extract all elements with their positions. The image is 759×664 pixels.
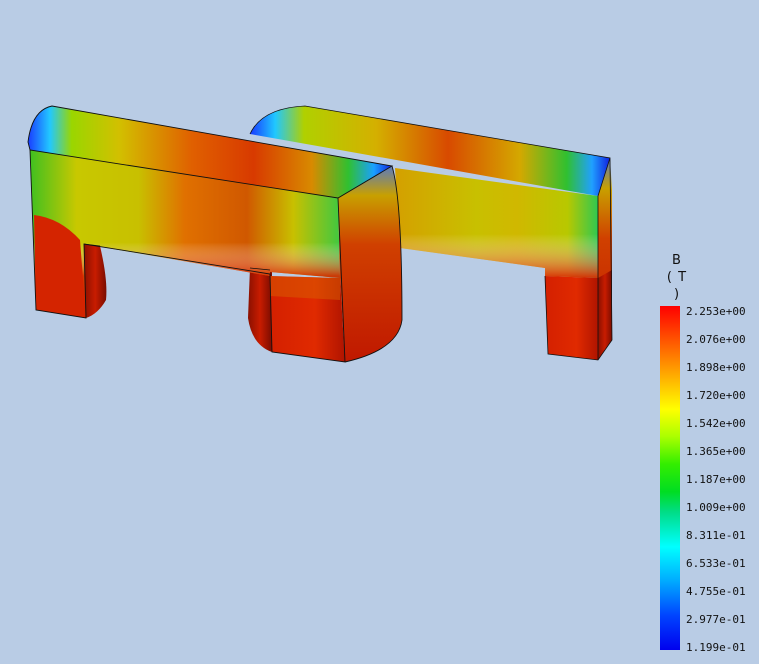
colorbar bbox=[660, 306, 680, 650]
3d-viewport[interactable] bbox=[0, 0, 759, 664]
tick-label: 1.187e+00 bbox=[686, 473, 746, 486]
back-core-right-leg bbox=[545, 276, 598, 360]
tick-label: 1.199e-01 bbox=[686, 641, 746, 654]
tick-label: 4.755e-01 bbox=[686, 585, 746, 598]
back-core-left-leg bbox=[248, 268, 272, 352]
tick-label: 2.076e+00 bbox=[686, 333, 746, 346]
tick-label: 2.977e-01 bbox=[686, 613, 746, 626]
tick-label: 1.542e+00 bbox=[686, 417, 746, 430]
tick-label: 6.533e-01 bbox=[686, 557, 746, 570]
tick-label: 1.720e+00 bbox=[686, 389, 746, 402]
front-core-end bbox=[338, 166, 402, 362]
tick-label: 1.365e+00 bbox=[686, 445, 746, 458]
legend-unit: ( T ) bbox=[666, 270, 688, 302]
legend-quantity: B bbox=[672, 253, 682, 268]
tick-label: 1.009e+00 bbox=[686, 501, 746, 514]
tick-label: 8.311e-01 bbox=[686, 529, 746, 542]
tick-label: 1.898e+00 bbox=[686, 361, 746, 374]
tick-label: 2.253e+00 bbox=[686, 305, 746, 318]
legend-title: B ( T ) bbox=[662, 252, 692, 303]
